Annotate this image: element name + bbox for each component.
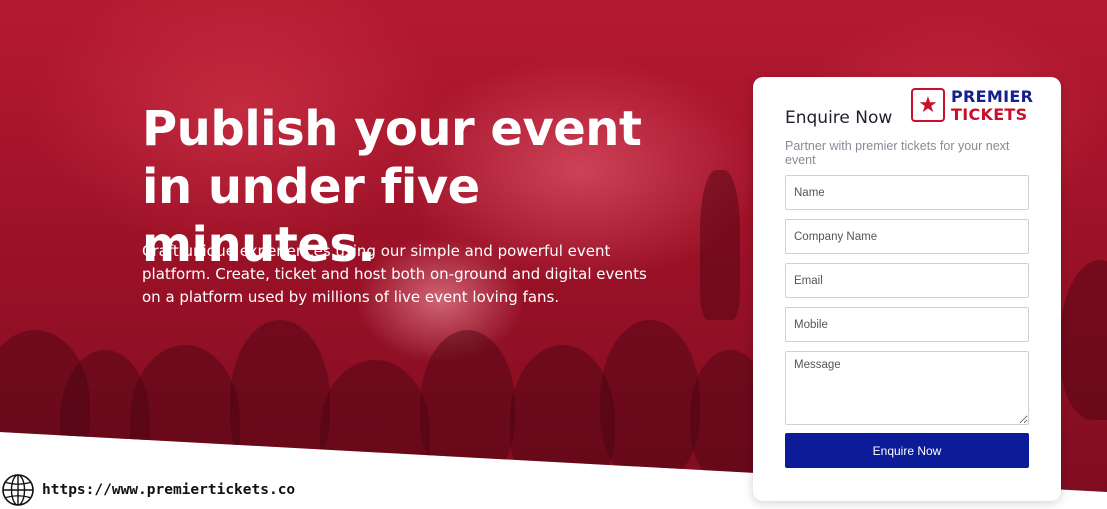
- form-subtitle: Partner with premier tickets for your ne…: [785, 139, 1010, 167]
- logo-text-premier: PREMIER: [951, 87, 1034, 106]
- name-input[interactable]: [785, 175, 1029, 210]
- form-title: Enquire Now: [785, 108, 893, 128]
- website-url[interactable]: https://www.premiertickets.co: [42, 482, 295, 498]
- globe-icon: [2, 474, 34, 506]
- logo-text-tickets: TICKETS: [951, 105, 1028, 124]
- email-input[interactable]: [785, 263, 1029, 298]
- star-ticket-icon: ★: [911, 88, 945, 122]
- message-textarea[interactable]: [785, 351, 1029, 425]
- url-footer: https://www.premiertickets.co: [0, 472, 295, 508]
- company-name-input[interactable]: [785, 219, 1029, 254]
- enquiry-form-card: Enquire Now ★ PREMIER TICKETS Partner wi…: [753, 77, 1061, 501]
- enquire-now-button[interactable]: Enquire Now: [785, 433, 1029, 468]
- premier-tickets-logo[interactable]: ★ PREMIER TICKETS: [911, 87, 1041, 127]
- hero-description: Craft unique experiences using our simpl…: [142, 242, 647, 306]
- mobile-input[interactable]: [785, 307, 1029, 342]
